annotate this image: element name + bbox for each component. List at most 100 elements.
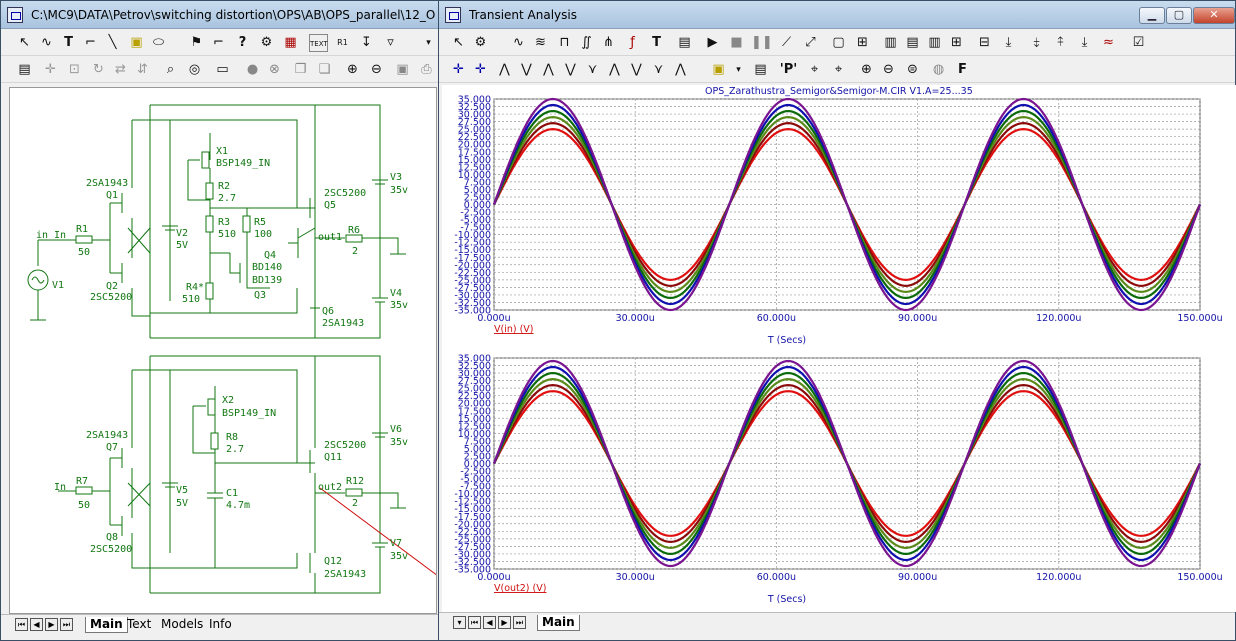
properties-icon[interactable]: ▤	[15, 61, 34, 79]
snapshot-icon[interactable]: ▣	[393, 61, 412, 79]
cursor-left-icon[interactable]: ✛	[449, 61, 468, 79]
data-points-icon[interactable]: ∬	[577, 34, 596, 52]
rect-icon[interactable]: ▢	[829, 34, 848, 52]
first-tab-icon[interactable]: ⏮	[15, 618, 28, 631]
move-icon[interactable]: ✛	[41, 61, 60, 79]
select-tool-icon[interactable]: ↖	[15, 34, 34, 52]
minimize-button[interactable]: ▁	[1139, 7, 1165, 24]
low-search-icon[interactable]: ⋁	[561, 61, 580, 79]
zoom-out-icon[interactable]: ⊖	[367, 61, 386, 79]
peak-search-icon[interactable]: ⋀	[495, 61, 514, 79]
info-tool-icon[interactable]: ⌐	[209, 34, 228, 52]
zoom-in-icon[interactable]: ⊕	[343, 61, 362, 79]
binoculars-icon[interactable]: ◎	[185, 61, 204, 79]
global-low-icon[interactable]: ⋁	[627, 61, 646, 79]
text-icon[interactable]: T	[647, 34, 666, 52]
tag-2-icon[interactable]: ⌖	[829, 61, 848, 79]
page-setup-icon[interactable]: ▭	[213, 61, 232, 79]
close-button[interactable]: ✕	[1193, 7, 1235, 24]
table-icon[interactable]: ⊞	[853, 34, 872, 52]
low-icon[interactable]: ⤓	[1075, 34, 1094, 52]
bar-1-icon[interactable]: ▥	[881, 34, 900, 52]
palette-icon[interactable]: ◍	[929, 61, 948, 79]
bar-3-icon[interactable]: ▥	[925, 34, 944, 52]
find-icon[interactable]: ⌕	[161, 61, 180, 79]
tokens-icon[interactable]: ⋔	[599, 34, 618, 52]
properties-icon[interactable]: ▤	[675, 34, 694, 52]
stop-icon[interactable]: ●	[243, 61, 262, 79]
zoom-in-icon[interactable]: ⊕	[857, 61, 876, 79]
tag-1-icon[interactable]: ⌖	[805, 61, 824, 79]
components-icon[interactable]: ▣	[709, 61, 728, 79]
stop-icon[interactable]: ■	[727, 34, 746, 52]
copy-icon[interactable]: ❐	[291, 61, 310, 79]
prev-tab-icon[interactable]: ◀	[30, 618, 43, 631]
text-display-icon[interactable]: TEXT	[309, 34, 328, 52]
inflection-icon[interactable]: ⋎	[583, 61, 602, 79]
overflow-chevron-icon[interactable]: ▾	[419, 34, 438, 52]
select-mode-icon[interactable]: ↖	[449, 34, 468, 52]
flip-icon[interactable]: ⇵	[133, 61, 152, 79]
schematic-canvas[interactable]: in In R1 50 V1 2SA1943 Q1 Q2 2SC5200 V2 …	[9, 87, 437, 614]
parameters-tool-icon[interactable]: ⚙	[257, 34, 276, 52]
pause-icon[interactable]: ❚❚	[751, 34, 773, 52]
zoom-out-icon[interactable]: ⊖	[879, 61, 898, 79]
line-dots-icon[interactable]: ⤢	[801, 34, 820, 52]
tab-main[interactable]: Main	[537, 615, 580, 631]
zoom-fit-icon[interactable]: ⊜	[903, 61, 922, 79]
bar-4-icon[interactable]: ⊞	[947, 34, 966, 52]
print-icon[interactable]: ⎙	[417, 61, 436, 79]
component-tool-icon[interactable]: ▣	[127, 34, 146, 52]
scale-mode-icon[interactable]: ⚙	[471, 34, 490, 52]
digital-icon[interactable]: ⊓	[555, 34, 574, 52]
first-tab-icon[interactable]: ⏮	[468, 616, 481, 629]
top-icon[interactable]: ⋎	[649, 61, 668, 79]
prev-tab-icon[interactable]: ◀	[483, 616, 496, 629]
rotate-icon[interactable]: ↻	[89, 61, 108, 79]
run-icon[interactable]: ▶	[703, 34, 722, 52]
analysis-title-bar[interactable]: Transient Analysis ▁ ▢ ✕	[439, 1, 1235, 29]
cursor-right-icon[interactable]: ✛	[471, 61, 490, 79]
tab-dropdown-icon[interactable]: ▾	[453, 616, 466, 629]
mirror-icon[interactable]: ⇄	[111, 61, 130, 79]
text-tool-icon[interactable]: T	[59, 34, 78, 52]
maximize-button[interactable]: ▢	[1166, 7, 1192, 24]
slope-icon[interactable]: ≈	[1099, 34, 1118, 52]
tab-info[interactable]: Info	[205, 617, 236, 633]
grid-icon[interactable]: ≋	[531, 34, 550, 52]
paste-icon[interactable]: ❏	[315, 61, 334, 79]
last-tab-icon[interactable]: ⏭	[513, 616, 526, 629]
global-high-icon[interactable]: ⋀	[605, 61, 624, 79]
pin-names-icon[interactable]: R1	[333, 34, 352, 52]
schematic-title-bar[interactable]: C:\MC9\DATA\Petrov\switching distortion\…	[1, 1, 439, 29]
pin-markers-icon[interactable]: ↧	[357, 34, 376, 52]
tab-text[interactable]: Text	[123, 617, 155, 633]
data-table-icon[interactable]: ▤	[751, 61, 770, 79]
tab-main[interactable]: Main	[85, 617, 128, 633]
cancel-icon[interactable]: ⊗	[265, 61, 284, 79]
align-icon[interactable]: ⊡	[65, 61, 84, 79]
split-icon[interactable]: ⊟	[975, 34, 994, 52]
bar-2-icon[interactable]: ▤	[903, 34, 922, 52]
font-icon[interactable]: F	[953, 61, 972, 79]
plot-canvas[interactable]: OPS_Zarathustra_Semigor&Semigor-M.CIR V1…	[442, 85, 1236, 612]
shapes-tool-icon[interactable]: ⬭	[149, 34, 168, 52]
dropdown-icon[interactable]: ▾	[729, 61, 748, 79]
peak-icon[interactable]: ⤓	[999, 34, 1018, 52]
high-search-icon[interactable]: ⋀	[539, 61, 558, 79]
high-icon[interactable]: ⤉	[1051, 34, 1070, 52]
wire-tool-icon[interactable]: ∿	[37, 34, 56, 52]
last-tab-icon[interactable]: ⏭	[60, 618, 73, 631]
flag-tool-icon[interactable]: ⚑	[187, 34, 206, 52]
line-icon[interactable]: ⟋	[777, 34, 796, 52]
line-tool-icon[interactable]: ╲	[103, 34, 122, 52]
attributes-icon[interactable]: ▿	[381, 34, 400, 52]
node-tool-icon[interactable]: ▦	[281, 34, 300, 52]
next-tab-icon[interactable]: ▶	[498, 616, 511, 629]
valley-icon[interactable]: ⤈	[1027, 34, 1046, 52]
help-tool-icon[interactable]: ?	[233, 34, 252, 52]
orthogonal-wire-icon[interactable]: ⌐	[81, 34, 100, 52]
bottom-icon[interactable]: ⋀	[671, 61, 690, 79]
plot-p-icon[interactable]: 'P'	[779, 61, 798, 79]
valley-search-icon[interactable]: ⋁	[517, 61, 536, 79]
